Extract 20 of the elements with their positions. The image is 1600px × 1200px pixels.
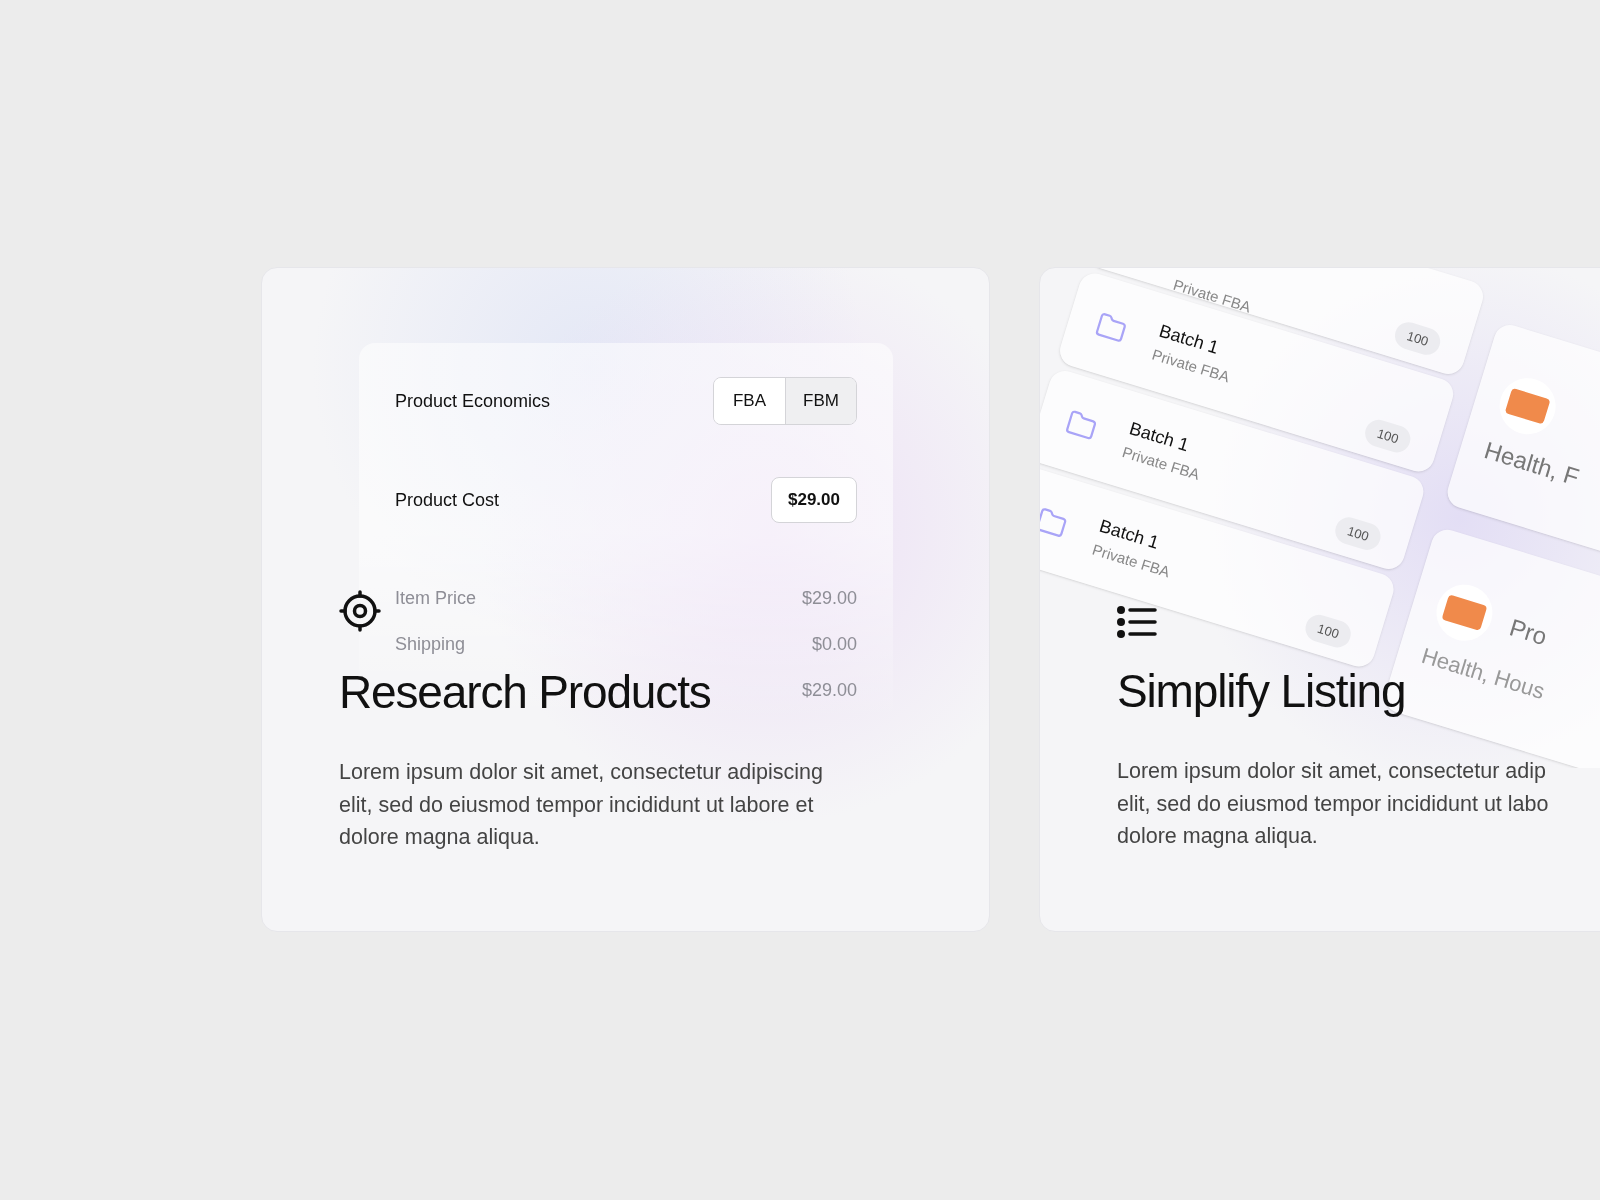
product-title: Pro: [1505, 611, 1552, 652]
field-label: Product Cost: [395, 488, 500, 512]
row-value: $29.00: [801, 586, 857, 610]
description-line: elit, sed do eiusmod tempor incididunt ut labo: [1117, 790, 1549, 818]
panel-title: Product Economics: [395, 389, 551, 413]
description-line: dolore magna aliqua.: [1117, 823, 1319, 850]
row-label: Item Price: [395, 586, 477, 610]
target-icon: [339, 590, 381, 632]
row-label: Shipping: [395, 632, 466, 656]
toggle-option[interactable]: FBA: [714, 378, 785, 424]
row-value: $0.00: [811, 632, 857, 656]
card-description: Lorem ipsum dolor sit amet, consectetur adipiscing elit, sed do eiusmod tempor incididunt ut labore et dolore magna aliqua.: [339, 759, 824, 851]
list-icon: [1117, 606, 1157, 638]
batch-subtitle: Private FBA: [1170, 274, 1254, 318]
cost-field[interactable]: $29.00: [771, 477, 857, 523]
toggle-option[interactable]: FBM: [785, 378, 856, 424]
description-line: Lorem ipsum dolor sit amet, consectetur adip: [1117, 758, 1547, 785]
card-title: Research Products: [339, 669, 711, 715]
row-value: $29.00: [801, 678, 857, 702]
product-title: Health, F: [1480, 435, 1584, 493]
